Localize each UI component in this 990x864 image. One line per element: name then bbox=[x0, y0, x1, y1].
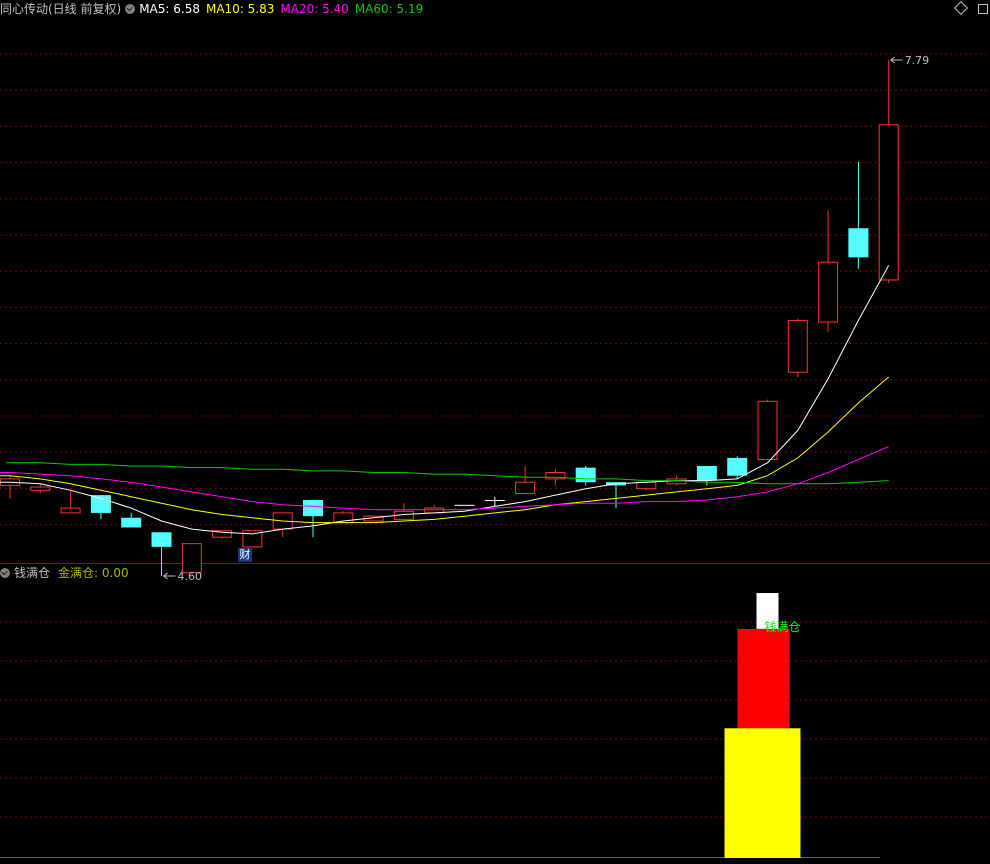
candle-body bbox=[787, 319, 808, 373]
candle-body bbox=[757, 400, 778, 461]
price-marker-arrow bbox=[163, 572, 176, 580]
sub-indicator-value: 金满仓: 0.00 bbox=[58, 566, 129, 580]
candle-body bbox=[818, 261, 839, 323]
ma-line-ma10 bbox=[0, 376, 890, 524]
ma5-label: MA5: 6.58 bbox=[139, 2, 200, 16]
candle-body bbox=[515, 481, 536, 495]
signal-label: 钱满仓 bbox=[765, 619, 801, 634]
ma20-label: MA20: 5.40 bbox=[280, 2, 349, 16]
sub-settings-icon[interactable] bbox=[0, 568, 10, 578]
price-marker-label: 4.60 bbox=[178, 570, 203, 583]
candle-body bbox=[636, 481, 657, 490]
candle-body bbox=[848, 228, 869, 258]
sub-indicator-title[interactable]: 钱满仓 bbox=[14, 566, 50, 580]
candle-body bbox=[30, 486, 51, 491]
candle-body bbox=[727, 457, 748, 476]
price-marker-arrow bbox=[890, 56, 903, 64]
candle-body bbox=[181, 543, 202, 574]
main-indicator-header: 同心传动(日线 前复权) MA5: 6.58 MA10: 5.83 MA20: 5.4… bbox=[0, 2, 429, 16]
candle-body bbox=[303, 499, 323, 517]
sub-indicator-header: 钱满仓 金满仓: 0.00 bbox=[0, 566, 129, 580]
financial-report-badge[interactable]: 财 bbox=[238, 548, 252, 562]
candle-body bbox=[696, 466, 717, 481]
price-marker-label: 7.79 bbox=[905, 54, 930, 67]
kline-chart[interactable]: 4.60 7.79 钱满仓 bbox=[0, 0, 990, 864]
candle-body bbox=[484, 499, 505, 501]
candle-body bbox=[121, 517, 142, 528]
candle-body bbox=[90, 495, 111, 513]
ma10-label: MA10: 5.83 bbox=[205, 2, 275, 16]
signal-bar-yellow bbox=[724, 728, 801, 858]
ma-line-ma60 bbox=[6, 462, 889, 485]
signal-bar-red bbox=[737, 628, 790, 729]
candle-body bbox=[454, 504, 475, 506]
candle-body bbox=[575, 467, 596, 483]
ma60-label: MA60: 5.19 bbox=[354, 2, 424, 16]
chart-title[interactable]: 同心传动(日线 前复权) bbox=[0, 2, 121, 16]
candle-body bbox=[151, 532, 172, 547]
ma-line-ma20 bbox=[0, 446, 889, 511]
window-icon[interactable] bbox=[978, 4, 988, 14]
candle-body bbox=[878, 124, 899, 281]
settings-icon[interactable] bbox=[125, 4, 136, 14]
candle-body bbox=[60, 507, 81, 514]
